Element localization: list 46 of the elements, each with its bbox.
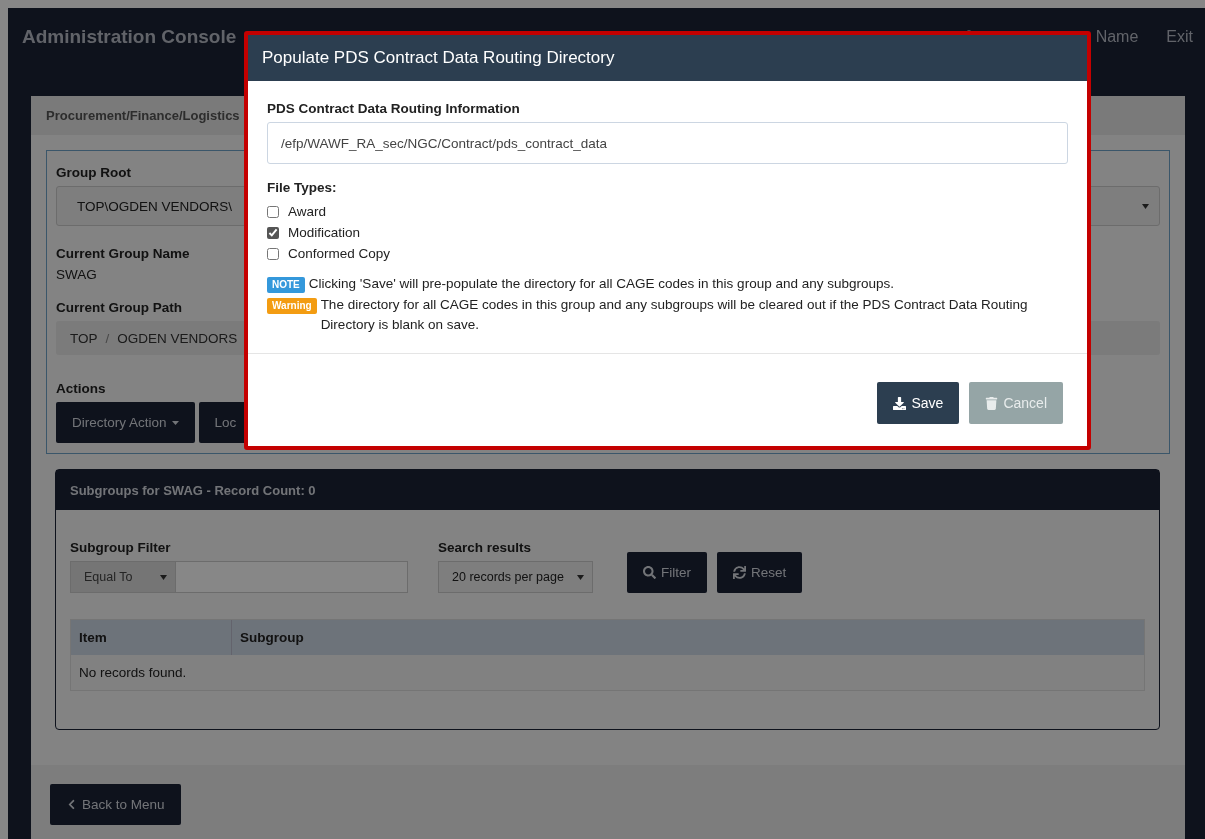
dropdown-button[interactable]: Directory Action [56,402,195,443]
breadcrumb-separator: / [105,330,110,346]
checkbox[interactable] [267,205,279,218]
caret-icon [1142,203,1149,209]
caret-icon [577,574,584,580]
trash-icon [985,396,999,410]
panel-title: Subgroups for SWAG - Record Count: 0 [56,470,1159,510]
breadcrumb-item[interactable]: TOP [70,330,98,346]
warning-badge: Warning [267,298,317,314]
caret-icon [171,420,179,425]
field-label: PDS Contract Data Routing Information [267,101,520,116]
checkbox[interactable] [267,226,279,239]
note-badge: NOTE [267,277,305,293]
field-label: Search results [438,540,533,555]
reset-button[interactable]: Reset [717,552,803,593]
directory-input[interactable]: /efp/WAWF_RA_sec/NGC/Contract/pds_contract_data [267,122,1068,164]
field-label: Actions [56,381,106,396]
checkbox[interactable] [267,247,279,260]
field-label: Current Group Path [56,300,182,315]
filter-field[interactable]: Equal To [70,561,408,593]
chevron-left-icon [66,799,77,810]
note-text: Clicking 'Save' will pre-populate the directory for all CAGE codes in this group and any subgroups. [308,275,894,293]
modal-title: Populate PDS Contract Data Routing Directory [248,35,1087,81]
field-label: Current Group Name [56,246,190,261]
download-icon [893,396,907,410]
file-type-option[interactable]: Conformed Copy [267,243,391,264]
file-type-option[interactable]: Award [267,201,327,222]
field-label: File Types: [267,180,337,195]
save-button[interactable]: Save [877,382,960,424]
caret-icon [160,574,167,580]
field-label: Group Root [56,165,131,180]
group-name-value: SWAG [56,267,97,282]
column-header: Item [78,629,108,647]
search-icon [643,566,656,579]
operator-select[interactable]: Equal To [71,562,175,592]
exit-link[interactable]: Exit [1166,28,1193,46]
page-size-select[interactable]: 20 records per page [438,561,593,593]
note-text: The directory for all CAGE codes in this group and any subgroups will be cleared out if the PDS Contract Data Routing Directory is blank on save. [320,296,1029,334]
user-name-link[interactable]: Name [1095,28,1139,46]
file-type-option[interactable]: Modification [267,222,361,243]
back-button[interactable]: Back to Menu [50,784,181,825]
filter-button[interactable]: Filter [627,552,707,593]
breadcrumb-item[interactable]: OGDEN VENDORS [117,330,238,346]
field-label: Subgroup Filter [70,540,172,555]
refresh-icon [733,566,746,579]
app-title: Administration Console [22,26,238,48]
